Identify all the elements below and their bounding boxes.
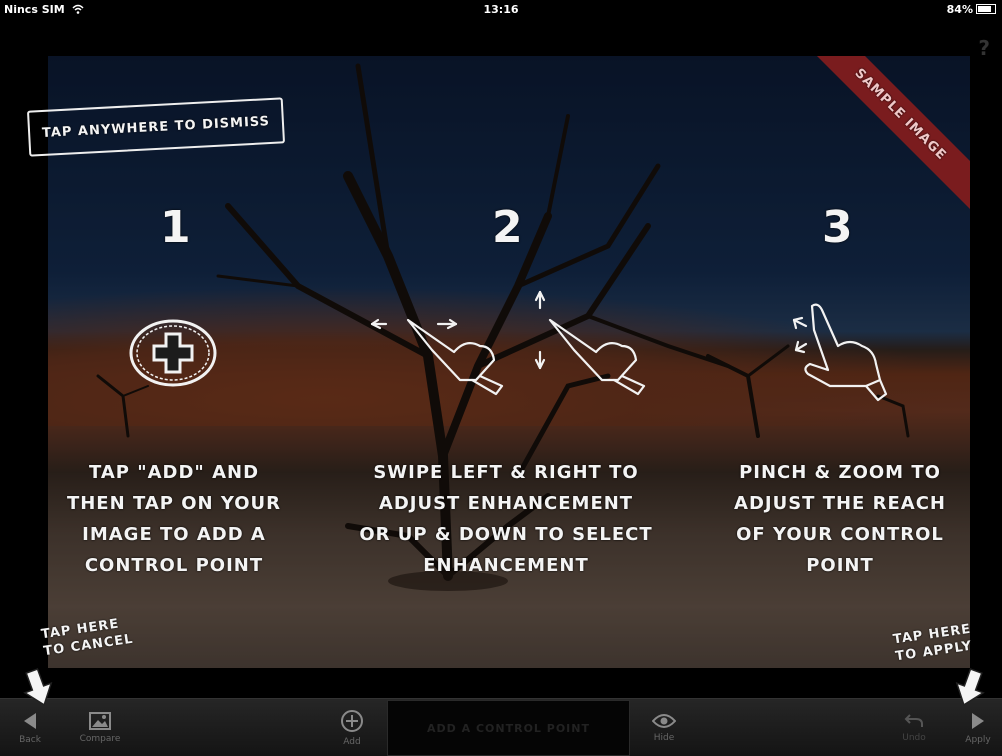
sample-image-ribbon: SAMPLE IMAGE: [800, 56, 970, 226]
add-button[interactable]: Add: [332, 699, 372, 756]
step-3-number: 3: [822, 202, 854, 253]
hide-button[interactable]: Hide: [642, 699, 686, 756]
add-control-point-button[interactable]: ADD A CONTROL POINT: [387, 700, 630, 756]
step-1-line: TAP "ADD" AND: [88, 462, 260, 483]
step-3-line: OF YOUR CONTROL: [736, 524, 944, 545]
step-1-line: THEN TAP ON YOUR: [66, 493, 282, 514]
apply-label: Apply: [965, 734, 991, 745]
step-2-description: SWIPE LEFT & RIGHT TO ADJUST ENHANCEMENT…: [350, 457, 662, 581]
pinch-hand-icon: [792, 303, 888, 402]
step-1-number: 1: [160, 202, 192, 253]
step-3-line: ADJUST THE REACH: [734, 493, 946, 514]
step-3-line: POINT: [806, 555, 874, 576]
sample-image-label: SAMPLE IMAGE: [800, 56, 970, 219]
step-2-line: OR UP & DOWN TO SELECT: [359, 524, 653, 545]
step-1-description: TAP "ADD" AND THEN TAP ON YOUR IMAGE TO …: [58, 457, 290, 581]
clock: 13:16: [483, 3, 519, 16]
step-2-line: ENHANCEMENT: [423, 555, 589, 576]
compare-button[interactable]: Compare: [70, 699, 130, 756]
step-2-line: ADJUST ENHANCEMENT: [378, 493, 634, 514]
apply-pointer-arrow-icon: [955, 668, 985, 707]
back-arrow-icon: [24, 712, 36, 729]
compare-image-icon: [89, 711, 111, 730]
undo-label: Undo: [902, 732, 926, 743]
battery-icon: [976, 4, 996, 14]
step-3-line: PINCH & ZOOM TO: [739, 462, 941, 483]
battery-status: 84%: [947, 3, 996, 16]
help-icon[interactable]: ?: [978, 36, 990, 60]
apply-arrow-icon: [972, 712, 984, 729]
step-2-number: 2: [492, 202, 524, 253]
status-bar: Nincs SIM 13:16 84%: [0, 0, 1002, 20]
add-point-badge-icon: [129, 319, 217, 387]
undo-icon: [904, 713, 923, 727]
back-label: Back: [19, 734, 41, 745]
step-1-line: CONTROL POINT: [84, 555, 264, 576]
swipe-hand-icon: [370, 290, 646, 396]
step-3-description: PINCH & ZOOM TO ADJUST THE REACH OF YOUR…: [724, 457, 956, 581]
battery-percent: 84%: [946, 3, 973, 16]
cancel-pointer-arrow-icon: [23, 668, 53, 707]
compare-label: Compare: [79, 733, 121, 744]
step-2-line: SWIPE LEFT & RIGHT TO: [373, 462, 639, 483]
step-1-line: IMAGE TO ADD A: [82, 524, 266, 545]
add-label: Add: [343, 736, 361, 747]
undo-button[interactable]: Undo: [894, 699, 934, 756]
hide-label: Hide: [653, 732, 675, 743]
eye-icon: [652, 713, 676, 728]
bottom-toolbar: Back Compare Add ADD A CONTROL POINT Hid…: [0, 698, 1002, 756]
add-circle-icon: [341, 709, 363, 732]
